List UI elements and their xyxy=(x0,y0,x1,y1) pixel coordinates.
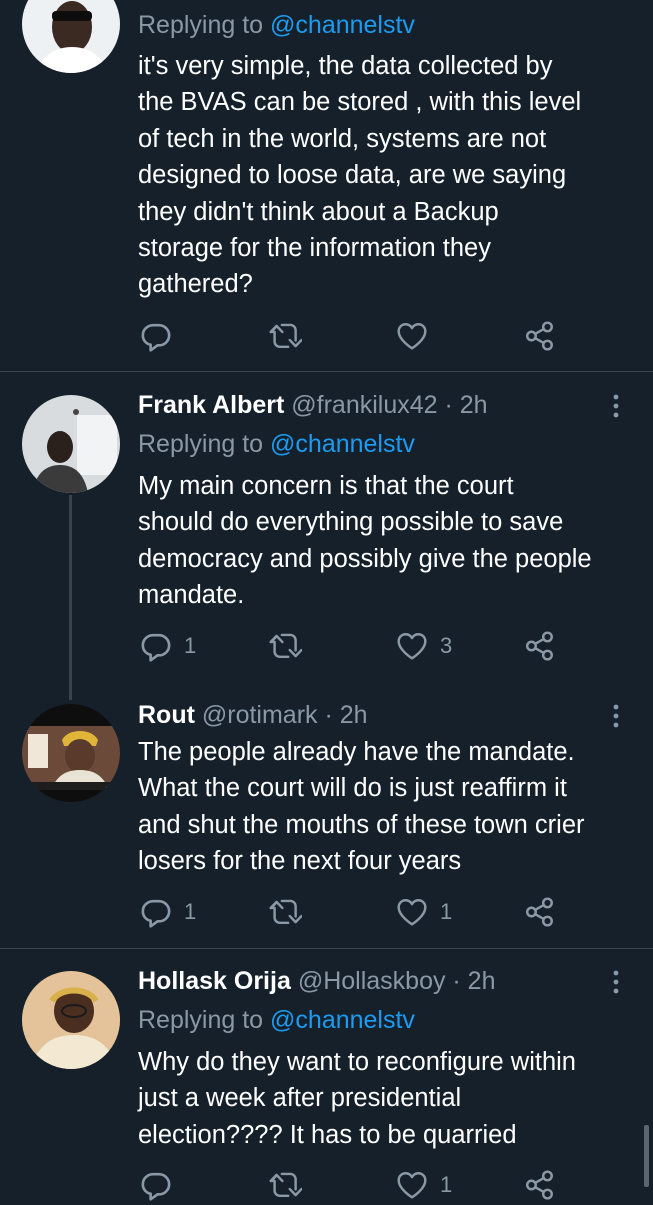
replying-to: Replying to @channelstv xyxy=(138,430,415,458)
tweet-time[interactable]: · 2h xyxy=(445,967,495,995)
share-button[interactable] xyxy=(524,892,556,932)
share-icon xyxy=(524,320,556,352)
share-button[interactable] xyxy=(524,626,556,666)
retweet-button[interactable] xyxy=(268,626,314,666)
tweet-header: Hollask Orija @Hollaskboy · 2h xyxy=(138,966,623,996)
user-handle[interactable]: @Hollaskboy xyxy=(298,967,446,995)
replying-to: Replying to @channelstv xyxy=(138,11,415,39)
replying-to: Replying to @channelstv xyxy=(138,1006,415,1034)
like-count: 1 xyxy=(440,899,453,924)
thread-connector xyxy=(69,495,72,700)
user-name[interactable]: Frank Albert xyxy=(138,391,284,419)
reply-button[interactable]: 1 xyxy=(140,626,196,666)
avatar[interactable] xyxy=(22,971,120,1069)
tweet-actions xyxy=(138,316,618,356)
tweet-text: Why do they want to reconfigure within j… xyxy=(138,1048,576,1149)
like-button[interactable]: 1 xyxy=(396,892,452,932)
user-name[interactable]: Rout xyxy=(138,701,195,729)
mention-link[interactable]: @channelstv xyxy=(270,11,415,39)
retweet-button[interactable] xyxy=(268,316,314,356)
reply-count: 1 xyxy=(184,633,197,658)
tweet-actions: 1 1 xyxy=(138,892,618,932)
more-vertical-icon[interactable] xyxy=(602,968,630,996)
tweet-actions: 1 3 xyxy=(138,626,618,666)
tweet-time[interactable]: · 2h xyxy=(318,701,367,729)
reply-button[interactable] xyxy=(140,1165,184,1205)
like-button[interactable] xyxy=(396,316,440,356)
heart-icon xyxy=(396,321,428,351)
reply-icon xyxy=(140,896,172,928)
more-vertical-icon[interactable] xyxy=(602,702,630,730)
reply-button[interactable]: 1 xyxy=(140,892,196,932)
tweet-item[interactable]: Hollask Orija @Hollaskboy · 2h Replying … xyxy=(0,949,653,1187)
more-vertical-icon[interactable] xyxy=(602,392,630,420)
reply-icon xyxy=(140,1169,172,1201)
avatar[interactable] xyxy=(22,395,120,493)
retweet-icon xyxy=(268,631,302,661)
share-icon xyxy=(524,1169,556,1201)
retweet-button[interactable] xyxy=(268,1165,314,1205)
reply-count: 1 xyxy=(184,899,197,924)
user-handle[interactable]: @frankilux42 xyxy=(291,391,437,419)
like-button[interactable]: 3 xyxy=(396,626,452,666)
share-icon xyxy=(524,896,556,928)
heart-icon xyxy=(396,631,428,661)
retweet-icon xyxy=(268,1170,302,1200)
retweet-icon xyxy=(268,321,302,351)
avatar[interactable] xyxy=(22,704,120,802)
like-button[interactable]: 1 xyxy=(396,1165,452,1205)
user-name[interactable]: Hollask Orija xyxy=(138,967,291,995)
share-button[interactable] xyxy=(524,316,556,356)
heart-icon xyxy=(396,897,428,927)
reply-button[interactable] xyxy=(140,316,184,356)
tweet-time[interactable]: · 2h xyxy=(438,391,488,419)
retweet-icon xyxy=(268,897,302,927)
tweet-header: Rout @rotimark · 2h xyxy=(138,700,623,730)
avatar[interactable] xyxy=(22,0,120,73)
reply-icon xyxy=(140,630,172,662)
tweet-item[interactable]: Replying to @channelstv it's very simple… xyxy=(0,0,653,371)
share-button[interactable] xyxy=(524,1165,556,1205)
mention-link[interactable]: @channelstv xyxy=(270,430,415,458)
tweet-header: Frank Albert @frankilux42 · 2h xyxy=(138,390,623,420)
tweet-text: it's very simple, the data collected by … xyxy=(138,52,582,299)
like-count: 1 xyxy=(440,1172,453,1197)
share-icon xyxy=(524,630,556,662)
tweet-text: The people already have the mandate. Wha… xyxy=(138,738,585,876)
tweet-item[interactable]: Frank Albert @frankilux42 · 2h Replying … xyxy=(0,372,653,702)
retweet-button[interactable] xyxy=(268,892,314,932)
heart-icon xyxy=(396,1170,428,1200)
like-count: 3 xyxy=(440,633,453,658)
tweet-text: My main concern is that the court should… xyxy=(138,472,592,610)
scrollbar[interactable] xyxy=(644,1125,649,1187)
tweet-actions: 1 xyxy=(138,1165,618,1205)
tweet-item[interactable]: Rout @rotimark · 2h The people already h… xyxy=(0,700,653,948)
user-handle[interactable]: @rotimark xyxy=(202,701,318,729)
mention-link[interactable]: @channelstv xyxy=(270,1006,415,1034)
reply-icon xyxy=(140,320,172,352)
